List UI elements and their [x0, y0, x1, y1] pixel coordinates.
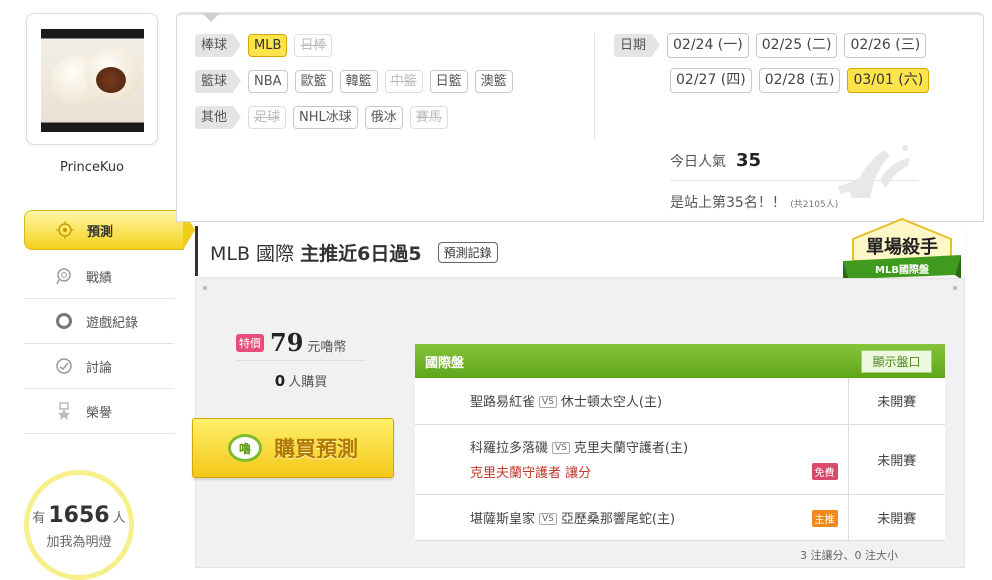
buy-prediction-button[interactable]: 嚕 購買預測: [192, 418, 394, 478]
vs-badge: VS: [552, 442, 570, 454]
sidebar-item-label: 榮譽: [86, 405, 113, 421]
target-icon: [55, 220, 75, 240]
chip-mlb[interactable]: MLB: [248, 34, 288, 57]
date-filter-row: 日期 02/24 (一) 02/25 (二) 02/26 (三): [614, 33, 927, 58]
games-table: 國際盤 顯示盤口 聖路易紅雀 VS 休士頓太空人(主) 未開賽 科羅拉多落磯 VS 克里…: [415, 344, 945, 541]
buyers-count: 0 人購買: [274, 372, 328, 390]
show-odds-button[interactable]: 顯示盤口: [861, 349, 932, 373]
away-team: 堪薩斯皇家: [470, 511, 536, 527]
badge-title: 單場殺手: [866, 236, 938, 258]
sidebar-item-game-log[interactable]: 遊戲紀錄: [24, 299, 174, 344]
vs-badge: VS: [539, 396, 557, 409]
date-chip-0227[interactable]: 02/27 (四): [670, 68, 752, 93]
popularity-value: 35: [736, 150, 762, 171]
chat-icon: [54, 356, 74, 376]
baseball-label: 棒球: [195, 34, 242, 57]
table-row: 聖路易紅雀 VS 休士頓太空人(主) 未開賽: [415, 378, 945, 425]
sidebar-item-discussion[interactable]: 討論: [24, 344, 174, 389]
sidebar-item-label: 遊戲紀錄: [86, 315, 139, 331]
date-chip-0226[interactable]: 02/26 (三): [844, 33, 927, 58]
sidebar-menu: 預測 戰績 遊戲紀錄 討論 榮譽: [24, 210, 195, 434]
vs-badge: VS: [539, 512, 557, 525]
basketball-label: 籃球: [195, 70, 242, 93]
table-row: 科羅拉多落磯 VS 克里夫蘭守護者(主) 克里夫蘭守護者 讓分 免費 未開賽: [415, 424, 945, 495]
chip-npb: 日棒: [294, 34, 333, 57]
home-team: 亞歷桑那響尾蛇(主): [560, 511, 676, 527]
date-chip-0225[interactable]: 02/25 (二): [755, 33, 838, 58]
home-team: 克里夫蘭守護者(主): [573, 441, 689, 456]
special-price-tag: 特價: [236, 334, 264, 352]
buy-prediction-label: 購買預測: [274, 437, 358, 461]
chip-japan-basketball[interactable]: 日籃: [429, 70, 468, 93]
trophy-icon: [54, 266, 74, 286]
avatar: [41, 29, 144, 132]
chip-china-basketball: 中籃: [384, 70, 423, 93]
username[interactable]: PrinceKuo: [26, 160, 158, 175]
prediction-record-button[interactable]: 預測記錄: [437, 242, 498, 263]
ring-icon: [54, 311, 74, 331]
sidebar-item-record[interactable]: 戰績: [24, 254, 174, 299]
fans-caption: 加我為明燈: [46, 535, 112, 550]
sidebar-item-predict[interactable]: 預測: [24, 210, 195, 250]
basketball-filter-row: 籃球 NBA 歐籃 韓籃 中籃 日籃 澳籃: [195, 70, 513, 93]
sidebar-item-honor[interactable]: 榮譽: [24, 389, 174, 434]
prediction-pick: 克里夫蘭守護者 讓分: [470, 466, 592, 481]
match-cell: 堪薩斯皇家 VS 亞歷桑那響尾蛇(主) 主推: [415, 494, 848, 541]
popularity-stat: 今日人氣 35: [670, 150, 762, 171]
date-label: 日期: [614, 34, 661, 57]
game-status: 未開賽: [847, 494, 945, 541]
home-team: 休士頓太空人(主): [560, 395, 663, 411]
date-chip-0224[interactable]: 02/24 (一): [667, 33, 749, 58]
baseball-filter-row: 棒球 MLB 日棒: [195, 34, 333, 57]
bet-summary: 3 注讓分、0 注大小: [800, 549, 898, 562]
rank-stat: 是站上第35名！！ (共2105人): [670, 195, 839, 211]
free-tag: 免費: [811, 462, 838, 480]
chip-nba[interactable]: NBA: [248, 70, 288, 93]
chip-korea-basketball[interactable]: 韓籃: [339, 70, 378, 93]
page-title: MLB 國際 主推近6日過5 預測記錄: [210, 239, 498, 266]
page-title-highlight: 主推近6日過5: [300, 243, 422, 265]
main-pick-tag: 主推: [811, 509, 838, 527]
game-status: 未開賽: [847, 378, 945, 425]
filter-divider: [594, 33, 595, 139]
medal-icon: [54, 401, 74, 421]
rivet-right: [953, 286, 957, 290]
chip-khl[interactable]: 俄冰: [364, 106, 403, 129]
avatar-card[interactable]: [26, 13, 158, 145]
single-game-killer-badge: 單場殺手 MLB國際盤: [843, 217, 961, 283]
date-chip-0301[interactable]: 03/01 (六): [847, 68, 930, 93]
price-display: 特價 79 元嚕幣: [236, 328, 346, 357]
table-row: 堪薩斯皇家 VS 亞歷桑那響尾蛇(主) 主推 未開賽: [415, 494, 945, 541]
game-status: 未開賽: [847, 424, 945, 495]
chip-horse-racing: 賽馬: [409, 106, 448, 129]
date-filter-row-2: 02/27 (四) 02/28 (五) 03/01 (六): [670, 68, 930, 93]
chip-nhl[interactable]: NHL冰球: [293, 106, 358, 129]
chip-soccer: 足球: [248, 106, 287, 129]
sidebar-item-label: 預測: [87, 224, 114, 240]
price-divider: [236, 360, 366, 361]
panel-notch: [202, 13, 220, 22]
badge-subtitle: MLB國際盤: [875, 263, 930, 276]
games-table-title: 國際盤: [415, 344, 848, 378]
sidebar-item-label: 討論: [86, 360, 113, 376]
date-chip-0228[interactable]: 02/28 (五): [758, 68, 841, 93]
fans-count-line: 有 1656 人: [32, 503, 126, 528]
games-table-header: 國際盤 顯示盤口: [415, 344, 945, 378]
fans-counter[interactable]: 有 1656 人 加我為明燈: [24, 470, 134, 580]
rivet-left: [203, 286, 207, 290]
other-filter-row: 其他 足球 NHL冰球 俄冰 賽馬: [195, 106, 448, 129]
chip-euro-basketball[interactable]: 歐籃: [294, 70, 333, 93]
price-value: 79: [270, 328, 304, 357]
match-cell: 科羅拉多落磯 VS 克里夫蘭守護者(主) 克里夫蘭守護者 讓分 免費: [415, 424, 848, 495]
player-silhouette-icon: [838, 145, 910, 198]
away-team: 科羅拉多落磯: [470, 441, 549, 456]
lu-coin-icon: 嚕: [228, 434, 262, 462]
match-cell: 聖路易紅雀 VS 休士頓太空人(主): [415, 378, 848, 425]
sidebar-item-label: 戰績: [86, 270, 113, 286]
fans-count: 1656: [48, 503, 110, 528]
away-team: 聖路易紅雀: [470, 395, 536, 411]
other-label: 其他: [195, 106, 242, 129]
chip-australia-basketball[interactable]: 澳籃: [474, 70, 513, 93]
